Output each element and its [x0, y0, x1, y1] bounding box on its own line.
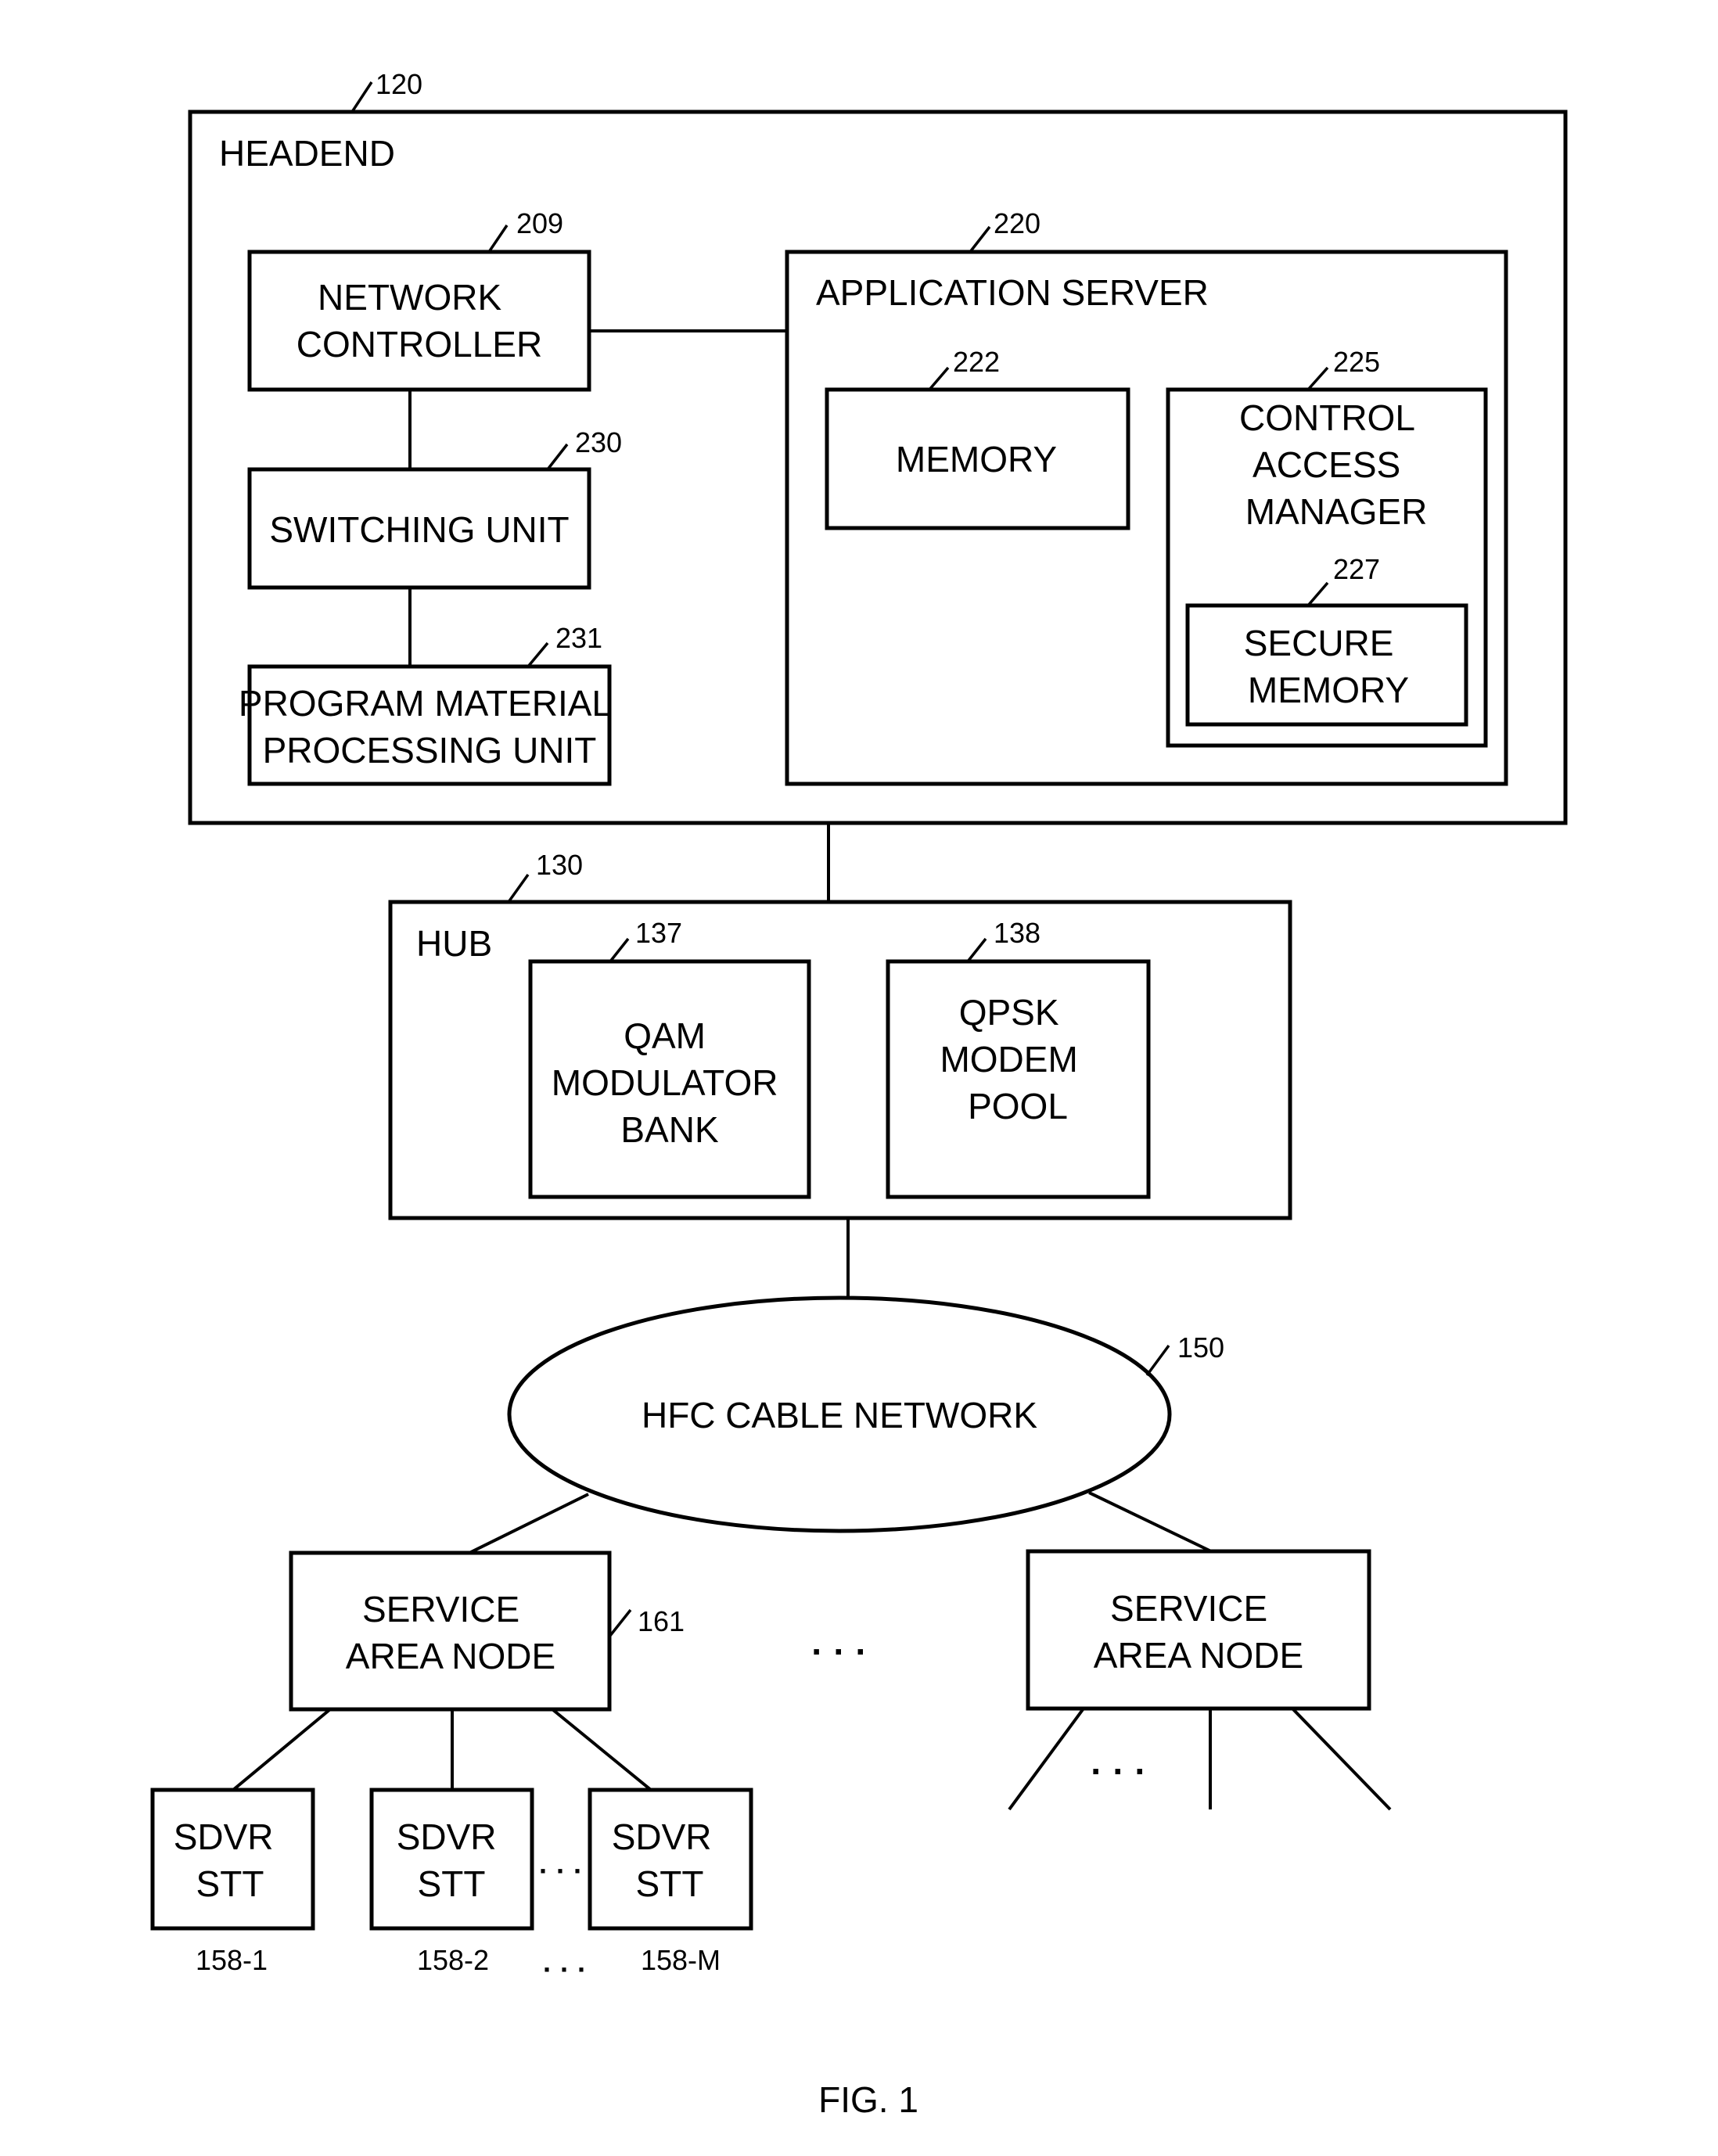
- hfc-cable-network-label: HFC CABLE NETWORK: [642, 1395, 1037, 1436]
- switching-unit-label: SWITCHING UNIT: [269, 509, 569, 550]
- hfc-ref-leader: [1145, 1344, 1170, 1377]
- network-controller-box: [247, 250, 591, 392]
- san1-ref: 161: [638, 1605, 685, 1637]
- stt-ref-ellipsis: · · ·: [543, 1953, 587, 1985]
- control-access-manager-ref: 225: [1333, 346, 1380, 378]
- hfc-to-san2-link: [1088, 1491, 1212, 1553]
- stt-1-box: [150, 1788, 315, 1931]
- application-server-ref: 220: [994, 207, 1041, 239]
- memory-ref: 222: [953, 346, 1000, 378]
- san2-branch-left: [1008, 1707, 1085, 1811]
- san-ellipsis: · · ·: [811, 1631, 868, 1672]
- san1-ref-leader: [608, 1608, 632, 1638]
- stt-m-ref: 158-M: [641, 1944, 721, 1976]
- headend-label: HEADEND: [219, 133, 395, 174]
- hub-label: HUB: [416, 923, 492, 964]
- service-area-node-1-box: [289, 1551, 612, 1712]
- headend-ref-leader: [350, 81, 373, 113]
- stt-2-ref: 158-2: [417, 1944, 489, 1976]
- network-controller-ref: 209: [516, 207, 563, 239]
- headend-ref: 120: [376, 68, 422, 100]
- san1-to-sttm-link: [551, 1708, 652, 1791]
- application-server-label: APPLICATION SERVER: [816, 272, 1209, 313]
- stt-2-box: [369, 1788, 534, 1931]
- hub-ref-leader: [507, 873, 530, 904]
- hub-ref: 130: [536, 849, 583, 881]
- san2-branch-ellipsis: · · ·: [1091, 1751, 1147, 1791]
- stt-m-box: [588, 1788, 753, 1931]
- qpsk-ref: 138: [994, 917, 1041, 949]
- stt-box-ellipsis: · · ·: [539, 1855, 583, 1887]
- network-diagram: HEADEND 120 NETWORK CONTROLLER 209 SWITC…: [150, 68, 1568, 2120]
- hfc-ref: 150: [1177, 1331, 1224, 1364]
- stt-1-ref: 158-1: [196, 1944, 268, 1976]
- memory-label: MEMORY: [896, 439, 1057, 480]
- hfc-to-san1-link: [469, 1493, 589, 1554]
- figure-caption: FIG. 1: [818, 2079, 918, 2120]
- san1-to-stt1-link: [232, 1708, 332, 1791]
- pmpu-ref: 231: [555, 622, 602, 654]
- hub-box: [388, 900, 1292, 1220]
- service-area-node-2-box: [1026, 1549, 1371, 1711]
- control-access-manager-label: CONTROL ACCESS MANAGER: [1239, 397, 1427, 532]
- switching-unit-ref: 230: [575, 426, 622, 458]
- san2-branch-right: [1291, 1707, 1392, 1811]
- secure-memory-ref: 227: [1333, 553, 1380, 585]
- qam-ref: 137: [635, 917, 682, 949]
